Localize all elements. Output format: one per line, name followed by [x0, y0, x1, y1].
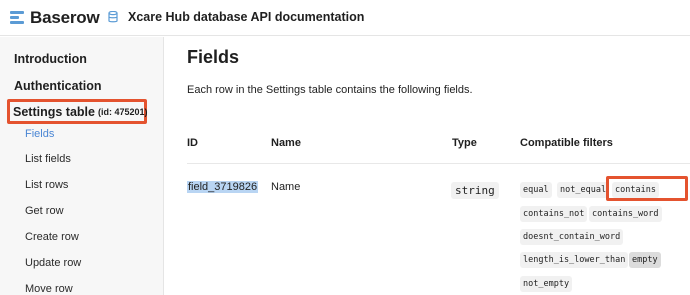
- main-content: Fields Each row in the Settings table co…: [165, 37, 690, 295]
- table-name: Settings table: [13, 104, 95, 119]
- table-id: (id: 475201): [97, 106, 148, 117]
- sidebar: Introduction Authentication Settings tab…: [0, 37, 164, 295]
- filter-chip-equal: equal: [520, 182, 552, 198]
- baserow-logo-icon: [10, 11, 24, 25]
- filter-chip-contains: contains: [612, 182, 659, 198]
- filter-chip-empty: empty: [629, 252, 661, 268]
- filter-chip-contains-word: contains_word: [589, 206, 662, 222]
- sidebar-item-update-row[interactable]: Update row: [25, 257, 81, 269]
- filter-chip-doesnt-contain-word: doesnt_contain_word: [520, 229, 624, 245]
- sidebar-item-settings-table[interactable]: Settings table (id: 475201): [7, 99, 148, 124]
- sidebar-item-move-row[interactable]: Move row: [25, 283, 73, 295]
- table-divider: [187, 163, 690, 164]
- field-id-selected[interactable]: field_3719826: [187, 181, 259, 193]
- sidebar-item-get-row[interactable]: Get row: [25, 205, 64, 217]
- column-header-name: Name: [271, 137, 301, 149]
- sidebar-item-list-fields[interactable]: List fields: [25, 153, 71, 165]
- page-title: Fields: [187, 47, 240, 67]
- sidebar-item-authentication[interactable]: Authentication: [14, 79, 102, 93]
- database-title-text: Xcare Hub database API documentation: [128, 10, 365, 24]
- filter-chip-not-empty: not_empty: [520, 276, 573, 292]
- app-name: Baserow: [30, 8, 100, 27]
- sidebar-item-list-rows[interactable]: List rows: [25, 179, 68, 191]
- filter-chip-length-is-lower-than: length_is_lower_than: [520, 252, 629, 268]
- filter-chip-contains-not: contains_not: [520, 206, 588, 222]
- column-header-id: ID: [187, 137, 198, 149]
- filter-chip-not-equal: not_equal: [557, 182, 610, 198]
- database-icon: [108, 11, 118, 23]
- column-header-type: Type: [452, 137, 477, 149]
- table-row-field-id: field_3719826: [187, 181, 259, 193]
- database-title: Xcare Hub database API documentation: [108, 10, 364, 24]
- top-header: Baserow Xcare Hub database API documenta…: [0, 0, 690, 36]
- intro-text: Each row in the Settings table contains …: [187, 84, 473, 96]
- sidebar-item-create-row[interactable]: Create row: [25, 231, 79, 243]
- sidebar-item-introduction[interactable]: Introduction: [14, 52, 87, 66]
- sidebar-item-fields[interactable]: Fields: [25, 128, 54, 140]
- baserow-logo[interactable]: Baserow: [10, 8, 100, 28]
- table-row-field-name: Name: [271, 181, 301, 193]
- field-type-badge: string: [451, 182, 499, 199]
- column-header-compatible-filters: Compatible filters: [520, 137, 613, 149]
